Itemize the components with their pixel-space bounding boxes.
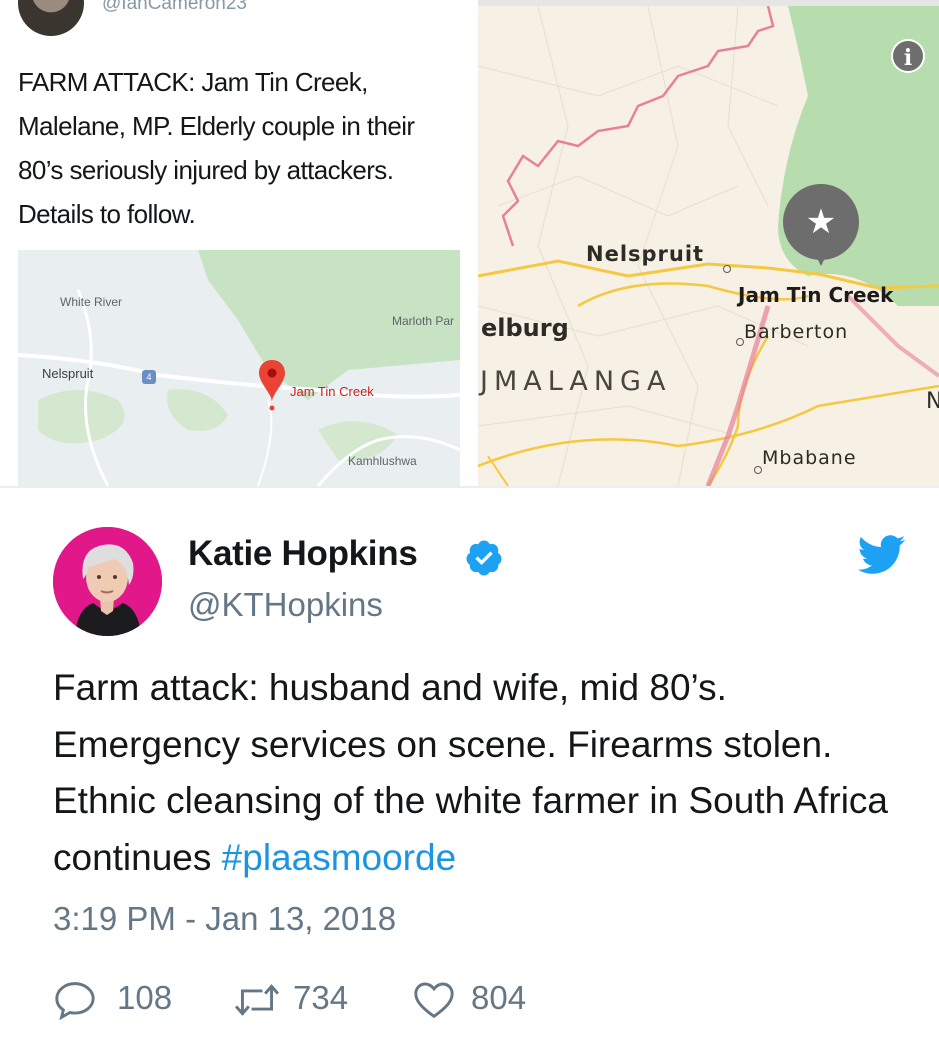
map-label-mbabane: Mbabane	[762, 447, 857, 469]
reply-button[interactable]: 108	[53, 976, 183, 1020]
map-pin-icon[interactable]	[258, 358, 286, 412]
star-pin-icon[interactable]: ★	[783, 184, 859, 260]
map-label-kamhlushwa: Kamhlushwa	[348, 454, 417, 468]
map-label-marloth-park: Marloth Par	[392, 314, 455, 328]
map-label-jam-tin-creek: Jam Tin Creek	[738, 283, 894, 307]
embedded-handle: @IanCameron23	[102, 0, 247, 14]
tweet-timestamp[interactable]: 3:19 PM - Jan 13, 2018	[53, 900, 396, 938]
map-label-jam-tin-creek-small: Jam Tin Creek	[290, 384, 374, 399]
map-label-nelspruit: Nelspruit	[586, 242, 705, 266]
map-label-white-river: White River	[60, 295, 123, 309]
tweet-text: Farm attack: husband and wife, mid 80’s.…	[53, 660, 923, 886]
avatar[interactable]	[53, 527, 162, 636]
reply-count: 108	[117, 979, 173, 1016]
route-shield: 4	[142, 370, 156, 384]
city-dot-barberton	[736, 338, 744, 346]
tweet-text-body: Farm attack: husband and wife, mid 80’s.…	[53, 667, 888, 878]
city-dot-nelspruit	[723, 265, 731, 273]
embedded-tweet-text: FARM ATTACK: Jam Tin Creek, Malelane, MP…	[18, 67, 415, 229]
map-label-nelspruit-small: Nelspruit	[42, 366, 94, 381]
map-label-barberton: Barberton	[744, 321, 849, 343]
like-button[interactable]: 804	[411, 976, 541, 1020]
tweet-media-collage: @IanCameron23 FARM ATTACK: Jam Tin Creek…	[0, 0, 939, 488]
retweet-icon	[234, 984, 280, 1016]
avatar-portrait	[53, 527, 162, 636]
map-label-elburg: elburg	[481, 314, 569, 342]
reply-icon	[55, 982, 95, 1020]
city-dot-mbabane	[754, 466, 762, 474]
verified-badge-icon	[466, 540, 502, 576]
large-map[interactable]: i ★ Nelspruit Jam Tin Creek elburg Barbe…	[478, 6, 939, 486]
twitter-bird-icon[interactable]	[858, 534, 906, 576]
like-count: 804	[471, 979, 527, 1016]
embedded-avatar	[18, 0, 84, 36]
retweet-count: 734	[293, 979, 349, 1016]
map-label-edge: N	[926, 389, 939, 414]
embedded-tweet-screenshot[interactable]: @IanCameron23 FARM ATTACK: Jam Tin Creek…	[0, 0, 478, 486]
info-icon[interactable]: i	[891, 39, 925, 73]
user-handle[interactable]: @KTHopkins	[188, 586, 383, 624]
hashtag-link[interactable]: #plaasmoorde	[222, 837, 456, 878]
tweet-card: Katie Hopkins @KTHopkins Farm attack: hu…	[0, 488, 939, 1052]
star-pin-tip	[815, 254, 827, 266]
retweet-button[interactable]: 734	[231, 976, 371, 1020]
heart-icon	[414, 982, 454, 1019]
map-label-mpumalanga: JMALANGA	[480, 366, 672, 397]
large-map-graphic	[478, 6, 939, 486]
display-name[interactable]: Katie Hopkins	[188, 534, 418, 574]
